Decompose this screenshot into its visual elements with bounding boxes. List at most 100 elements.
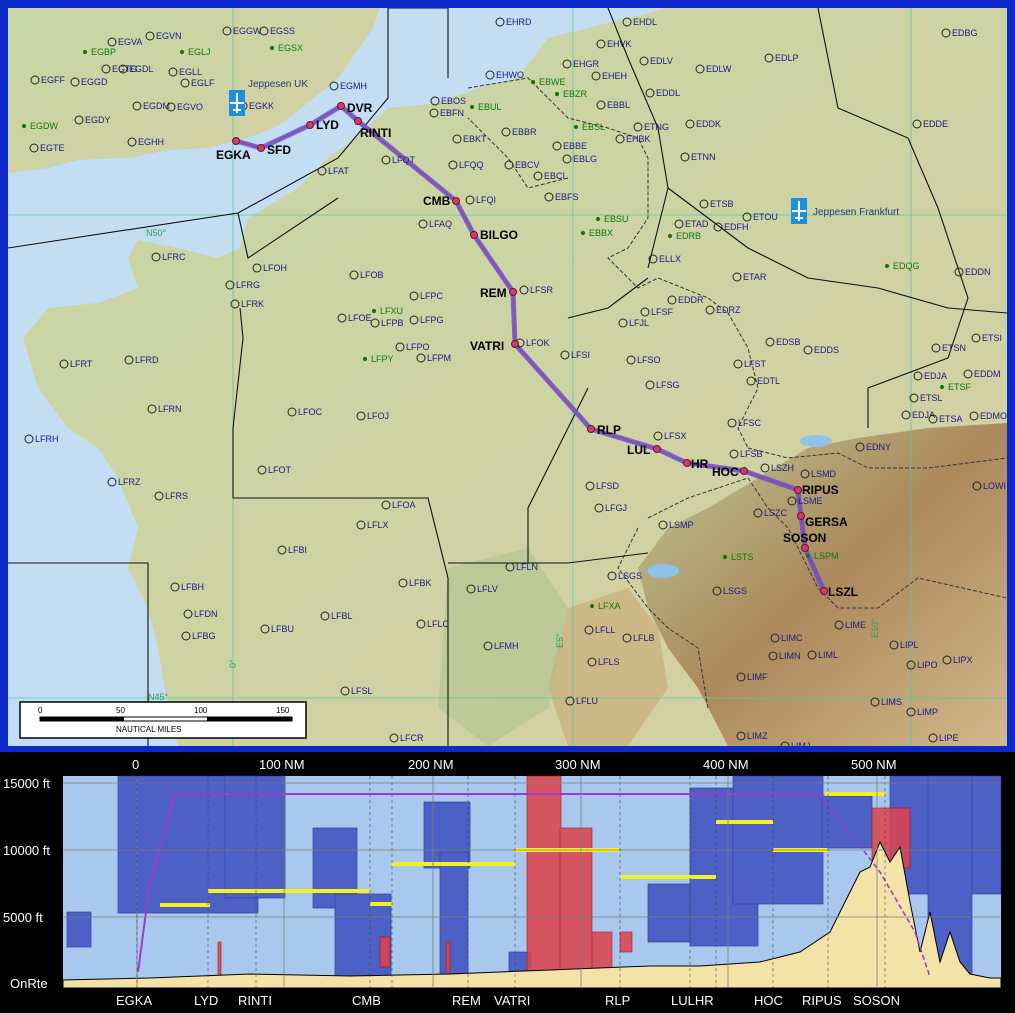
airport-marker	[21, 123, 27, 129]
lake-geneva	[647, 564, 679, 578]
waypoint-marker	[306, 121, 314, 129]
airport-label: LFOE	[348, 313, 372, 323]
waypoint-label: REM	[480, 286, 507, 300]
jeppesen-uk-label: Jeppesen UK	[248, 79, 308, 90]
airport-label: EBSU	[604, 214, 629, 224]
airport-label: EDDK	[696, 119, 721, 129]
airport-marker	[595, 216, 601, 222]
jeppesen-frankfurt-label: Jeppesen Frankfurt	[813, 207, 899, 218]
airport-label: EGKK	[249, 101, 274, 111]
wpt-label-lyd: LYD	[194, 993, 218, 1008]
waypoint-marker	[354, 117, 362, 125]
airport-label: LSZC	[764, 508, 788, 518]
airport-label: EGSX	[278, 43, 303, 53]
airport-label: LFRG	[236, 280, 260, 290]
alt-label-15000: 15000 ft	[3, 776, 50, 791]
wpt-label-rinti: RINTI	[238, 993, 272, 1008]
airport-label: LIMJ	[791, 741, 811, 746]
airport-label: EDQG	[893, 261, 920, 271]
airport-label: EHVK	[607, 39, 632, 49]
waypoint-gersa[interactable]: GERSA	[797, 512, 849, 530]
airport-label: LFLL	[595, 625, 616, 635]
airport-label: EGLJ	[188, 47, 211, 57]
airport-label: ETSI	[982, 333, 1002, 343]
airport-label: LFSL	[351, 686, 373, 696]
airport-label: EGLL	[179, 67, 202, 77]
airport-label: LFPY	[371, 354, 394, 364]
airport-label: ETNG	[644, 122, 669, 132]
airport-label: LFSO	[637, 355, 661, 365]
dist-label-300: 300 NM	[555, 757, 601, 772]
waypoint-marker	[470, 231, 478, 239]
airport-label: EHGR	[573, 59, 600, 69]
waypoint-label: CMB	[423, 194, 451, 208]
airport-label: LFPC	[420, 291, 444, 301]
airport-marker	[82, 49, 88, 55]
waypoint-marker	[683, 459, 691, 467]
airport-label: LFRK	[241, 299, 264, 309]
airport-marker	[530, 79, 536, 85]
airport-label: LFRN	[158, 404, 182, 414]
airport-label: LFMH	[494, 641, 519, 651]
waypoint-marker	[797, 512, 805, 520]
airport-label: EDLP	[775, 53, 799, 63]
airport-marker	[269, 45, 275, 51]
scale-unit: NAUTICAL MILES	[116, 725, 182, 734]
airport-label: LIPO	[917, 660, 938, 670]
airport-label: LFBI	[288, 545, 307, 555]
dist-label-0: 0	[132, 757, 139, 772]
airport-label: EGBP	[91, 47, 116, 57]
airport-label: ETAD	[685, 219, 709, 229]
route-map-panel[interactable]: EGVN EGGW EGSS EGVA EGBP EGLJ EGSX EGTG EGDL EGLL…	[0, 0, 1015, 752]
airport-label: LFOK	[526, 338, 550, 348]
airport-label: LFRH	[35, 434, 59, 444]
airport-label: LIMC	[781, 633, 803, 643]
airport-label: LFLV	[477, 584, 498, 594]
scale-tick-0: 0	[38, 706, 43, 715]
airport-label: EDBG	[952, 28, 978, 38]
airport-label: ELLX	[659, 254, 681, 264]
vertical-profile-panel[interactable]: 15000 ft 10000 ft 5000 ft OnRte 0 100 NM…	[0, 752, 1015, 1013]
airport-marker	[805, 553, 811, 559]
airport-label: EDMO	[980, 411, 1007, 421]
wpt-label-rem: REM	[452, 993, 481, 1008]
route-map[interactable]: EGVN EGGW EGSSEGVAEGBP EGLJ EGSXEGTGEGDL EGLL…	[8, 8, 1007, 746]
airport-label: EBBE	[563, 141, 587, 151]
airport-label: LFSF	[651, 307, 674, 317]
airport-label: EGLF	[191, 78, 215, 88]
airport-label: EDFH	[724, 222, 749, 232]
airport-label: LFSC	[738, 418, 762, 428]
airport-marker	[939, 384, 945, 390]
airport-label: EBBR	[512, 127, 537, 137]
airport-label: LFSI	[571, 350, 590, 360]
airport-label: EBFS	[555, 192, 579, 202]
airport-label: LFRC	[162, 252, 186, 262]
waypoint-marker	[740, 467, 748, 475]
airport-marker	[884, 263, 890, 269]
waypoint-label: RLP	[597, 423, 621, 437]
airport-marker	[469, 104, 475, 110]
waypoint-label: SOSON	[783, 531, 826, 545]
airport-label: EBZR	[563, 89, 588, 99]
grid-label-e10: E10°	[870, 618, 880, 638]
airport-marker	[580, 230, 586, 236]
airport-label: LFSG	[656, 380, 680, 390]
airport-label: LFRT	[70, 359, 93, 369]
airport-label: EHWO	[496, 70, 524, 80]
vertical-profile[interactable]: 15000 ft 10000 ft 5000 ft OnRte 0 100 NM…	[0, 752, 1015, 1013]
airport-label: EDDL	[656, 88, 680, 98]
airport-label: EDDE	[923, 119, 948, 129]
airport-label: ETSF	[948, 382, 972, 392]
waypoint-label: LSZL	[828, 585, 858, 599]
airport-label: EBBL	[607, 100, 630, 110]
airport-label: LFSB	[740, 449, 763, 459]
airport-label: LFPO	[406, 342, 430, 352]
airport-label: LIPE	[939, 733, 959, 743]
airport-label: EDDR	[678, 295, 704, 305]
airport-label: EGGW	[233, 26, 262, 36]
waypoint-marker	[794, 486, 802, 494]
airport-label: EGMH	[340, 81, 367, 91]
airport-label: LFLC	[427, 619, 450, 629]
airport-label: EDLW	[706, 64, 732, 74]
waypoint-ripus[interactable]: RIPUS	[794, 483, 839, 497]
